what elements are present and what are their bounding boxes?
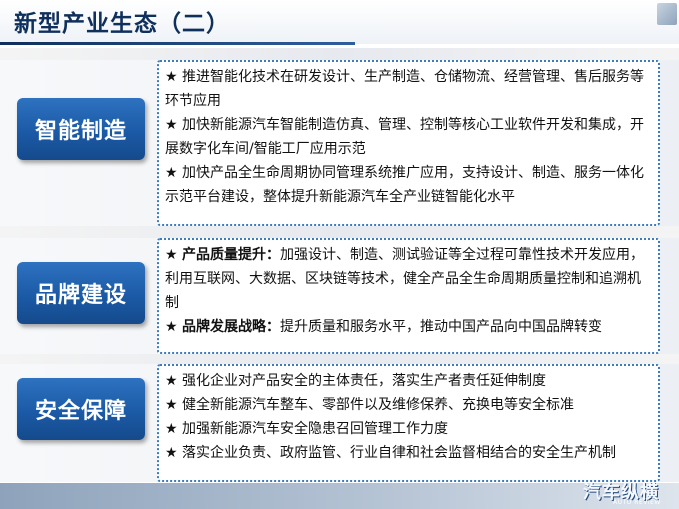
page-title: 新型产业生态（二） [14, 11, 230, 37]
list-item: ★ 产品质量提升：加强设计、制造、测试验证等全过程可靠性技术开发应用，利用互联网… [165, 247, 645, 311]
star-icon: ★ [165, 373, 183, 389]
title-bar: 新型产业生态（二） [0, 0, 679, 44]
section-content-smart-manufacturing: ★ 推进智能化技术在研发设计、生产制造、仓储物流、经营管理、售后服务等环节应用 … [157, 60, 660, 226]
section-label-brand-building: 品牌建设 [17, 262, 145, 324]
list-item: ★ 推进智能化技术在研发设计、生产制造、仓储物流、经营管理、售后服务等环节应用 [165, 69, 645, 109]
star-icon: ★ [165, 319, 183, 335]
star-icon: ★ [165, 69, 183, 85]
section-content-safety-assurance: ★ 强化企业对产品安全的主体责任，落实生产者责任延伸制度 ★ 健全新能源汽车整车… [157, 364, 660, 482]
list-item: ★ 加快产品全生命周期协同管理系统推广应用，支持设计、制造、服务一体化示范平台建… [165, 165, 645, 205]
list-item: ★ 强化企业对产品安全的主体责任，落实生产者责任延伸制度 [165, 373, 547, 389]
star-icon: ★ [165, 165, 183, 181]
brand-logo: 汽车纵横 AUTO REVIEW [583, 482, 661, 506]
list-item: ★ 健全新能源汽车整车、零部件以及维修保养、充换电等安全标准 [165, 397, 575, 413]
section-label-safety-assurance: 安全保障 [17, 378, 145, 440]
list-item: ★ 落实企业负责、政府监管、行业自律和社会监督相结合的安全生产机制 [165, 445, 617, 461]
divider-band [0, 226, 679, 238]
section-label-smart-manufacturing: 智能制造 [17, 98, 145, 160]
title-underline [0, 42, 355, 45]
list-item: ★ 加强新能源汽车安全隐患召回管理工作力度 [165, 421, 449, 437]
star-icon: ★ [165, 397, 183, 413]
star-icon: ★ [165, 421, 183, 437]
divider-band [0, 48, 679, 60]
section-content-brand-building: ★ 产品质量提升：加强设计、制造、测试验证等全过程可靠性技术开发应用，利用互联网… [157, 238, 660, 354]
star-icon: ★ [165, 247, 183, 263]
star-icon: ★ [165, 117, 183, 133]
star-icon: ★ [165, 445, 183, 461]
footer-bar [0, 483, 679, 509]
corner-logo-icon [657, 3, 677, 25]
list-item: ★ 品牌发展战略：提升质量和服务水平，推动中国产品向中国品牌转变 [165, 319, 603, 335]
list-item: ★ 加快新能源汽车智能制造仿真、管理、控制等核心工业软件开发和集成，开展数字化车… [165, 117, 645, 157]
